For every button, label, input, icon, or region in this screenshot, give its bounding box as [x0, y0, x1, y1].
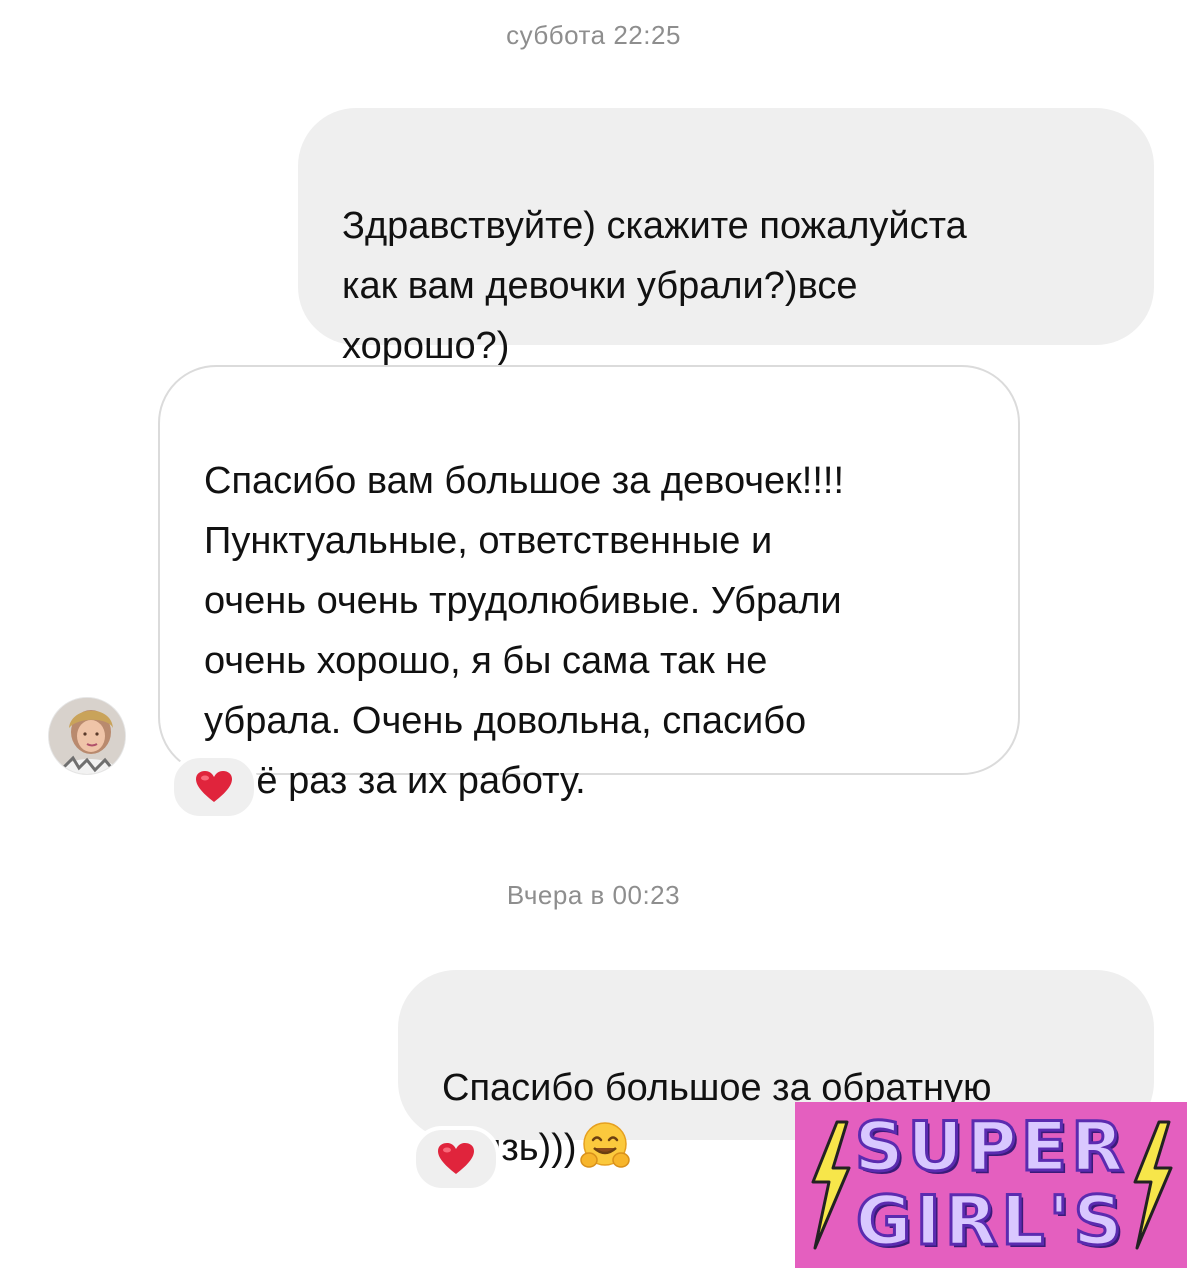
- hugging-face-emoji-icon: [579, 1122, 630, 1168]
- super-girls-logo: SUPER GIRL'S: [795, 1102, 1187, 1268]
- heart-icon: [438, 1143, 474, 1174]
- timestamp-saturday: суббота 22:25: [506, 20, 681, 50]
- heart-icon: [196, 771, 232, 802]
- contact-avatar[interactable]: [48, 697, 126, 775]
- avatar-photo-icon: [49, 698, 125, 774]
- reaction-badge[interactable]: [170, 754, 258, 820]
- message-text: Здравствуйте) скажите пожалуйста как вам…: [342, 205, 967, 367]
- message-outgoing-question[interactable]: Здравствуйте) скажите пожалуйста как вам…: [298, 108, 1154, 367]
- reaction-badge[interactable]: [412, 1126, 500, 1192]
- timestamp-yesterday: Вчера в 00:23: [506, 880, 681, 910]
- message-text: Спасибо вам большое за девочек!!!! Пункт…: [204, 460, 845, 802]
- message-incoming-review[interactable]: Спасибо вам большое за девочек!!!! Пункт…: [158, 365, 1020, 802]
- lightning-bolt-icon: [1133, 1120, 1173, 1250]
